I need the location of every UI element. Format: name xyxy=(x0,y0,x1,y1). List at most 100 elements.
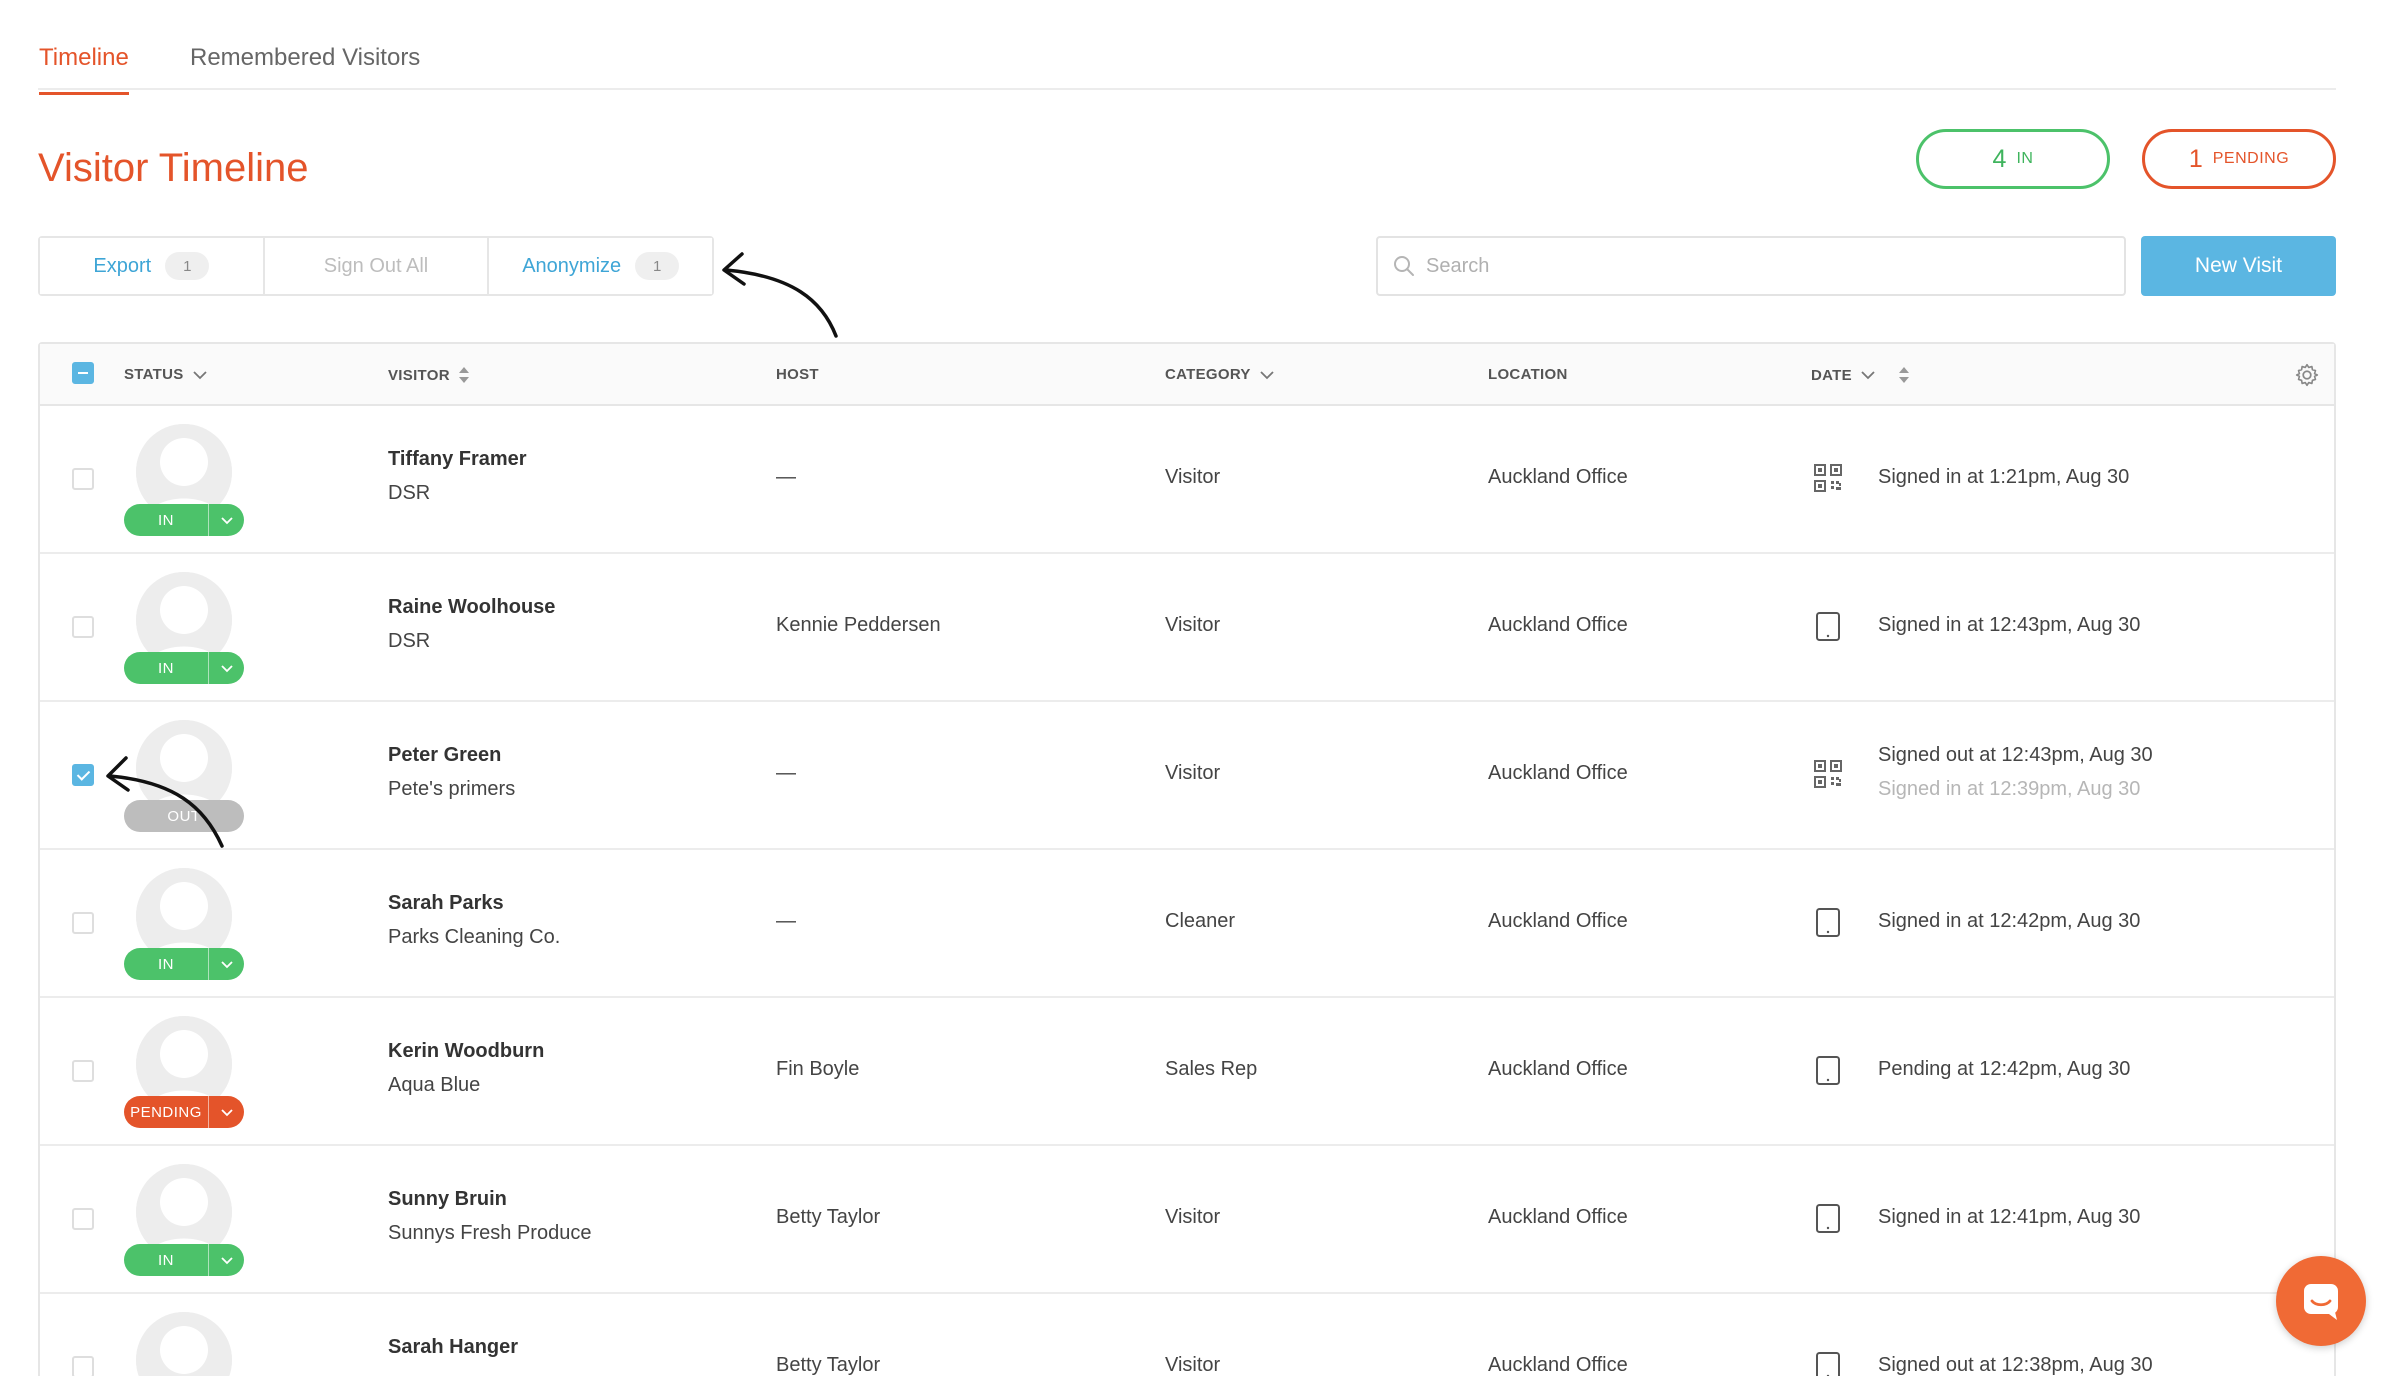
row-checkbox[interactable] xyxy=(72,764,94,786)
table-row[interactable]: IN Sarah Parks Parks Cleaning Co. — Cleaner A… xyxy=(40,850,2334,998)
table-row[interactable]: Sarah Hanger Betty Taylor Visitor Auckland … xyxy=(40,1294,2334,1376)
category: Visitor xyxy=(1165,1354,1221,1376)
category: Visitor xyxy=(1165,466,1221,488)
visitor-name[interactable]: Tiffany Framer xyxy=(388,448,527,471)
date-primary: Signed in at 12:43pm, Aug 30 xyxy=(1878,614,2141,636)
date-primary: Signed out at 12:43pm, Aug 30 xyxy=(1878,744,2153,766)
location: Auckland Office xyxy=(1488,1354,1628,1376)
column-visitor[interactable]: VISITOR xyxy=(388,366,470,384)
status-dropdown[interactable]: IN xyxy=(124,948,244,980)
in-count-label: IN xyxy=(2016,150,2034,167)
category: Visitor xyxy=(1165,614,1221,636)
search-icon xyxy=(1394,256,1414,276)
host-name: — xyxy=(776,910,796,932)
date-primary: Pending at 12:42pm, Aug 30 xyxy=(1878,1058,2131,1080)
location: Auckland Office xyxy=(1488,1058,1628,1080)
status-label: IN xyxy=(158,511,174,529)
host-name: Fin Boyle xyxy=(776,1058,860,1080)
table-body: IN Tiffany Framer DSR — Visitor Auckland Offi… xyxy=(40,406,2334,1376)
status-dropdown[interactable]: IN xyxy=(124,504,244,536)
tablet-icon xyxy=(1812,1202,1844,1234)
status-dropdown[interactable]: PENDING xyxy=(124,1096,244,1128)
table-row[interactable]: IN Raine Woolhouse DSR Kennie Peddersen Visi… xyxy=(40,554,2334,702)
new-visit-button[interactable]: New Visit xyxy=(2141,236,2336,296)
qr-code-icon xyxy=(1812,758,1844,790)
visitor-name[interactable]: Sarah Hanger xyxy=(388,1336,518,1359)
column-category-label: CATEGORY xyxy=(1165,366,1251,383)
row-checkbox[interactable] xyxy=(72,1208,94,1230)
visitor-company: Sunnys Fresh Produce xyxy=(388,1222,592,1244)
status-dropdown[interactable]: OUT xyxy=(124,800,244,832)
search-input[interactable] xyxy=(1426,254,2124,278)
column-date[interactable]: DATE xyxy=(1811,366,1910,384)
visitor-company: Aqua Blue xyxy=(388,1074,481,1096)
visitor-name[interactable]: Sarah Parks xyxy=(388,892,504,915)
sort-arrows-icon xyxy=(458,367,469,383)
visitor-name[interactable]: Kerin Woodburn xyxy=(388,1040,544,1063)
tab-timeline[interactable]: Timeline xyxy=(39,44,129,95)
tab-bar: Timeline Remembered Visitors xyxy=(38,0,2336,95)
column-visitor-label: VISITOR xyxy=(388,366,450,384)
export-label: Export xyxy=(93,254,152,277)
column-status-label: STATUS xyxy=(124,366,184,383)
host-name: Betty Taylor xyxy=(776,1354,881,1376)
annotation-arrow-icon xyxy=(722,252,838,338)
column-date-label: DATE xyxy=(1811,366,1852,384)
column-host: HOST xyxy=(776,366,819,383)
pending-count-filter[interactable]: 1 PENDING xyxy=(2142,129,2336,189)
anonymize-count-badge: 1 xyxy=(635,252,680,280)
table-row[interactable]: IN Sunny Bruin Sunnys Fresh Produce Betty T… xyxy=(40,1146,2334,1294)
category: Visitor xyxy=(1165,1206,1221,1228)
row-checkbox[interactable] xyxy=(72,1356,94,1376)
status-dropdown[interactable]: IN xyxy=(124,1244,244,1276)
visitor-table: STATUS VISITOR HOST CATEGORY LOCATION DA… xyxy=(38,342,2336,1376)
chevron-down-icon xyxy=(208,948,244,980)
column-host-label: HOST xyxy=(776,366,819,383)
sign-out-all-button[interactable]: Sign Out All xyxy=(264,238,490,294)
visitor-company: Parks Cleaning Co. xyxy=(388,926,561,948)
row-checkbox[interactable] xyxy=(72,912,94,934)
host-name: — xyxy=(776,466,796,488)
anonymize-label: Anonymize xyxy=(522,254,622,277)
visitor-name[interactable]: Peter Green xyxy=(388,744,501,767)
visitor-name[interactable]: Raine Woolhouse xyxy=(388,596,555,619)
status-label: IN xyxy=(158,955,174,973)
row-checkbox[interactable] xyxy=(72,616,94,638)
sort-arrows-icon[interactable] xyxy=(1898,366,1910,384)
chat-launcher-button[interactable] xyxy=(2276,1256,2366,1346)
table-row[interactable]: OUT Peter Green Pete's primers — Visitor Auck… xyxy=(40,702,2334,850)
column-status[interactable]: STATUS xyxy=(124,366,208,383)
export-button[interactable]: Export 1 xyxy=(40,238,265,294)
host-name: Kennie Peddersen xyxy=(776,614,941,636)
tablet-icon xyxy=(1812,906,1844,938)
chevron-down-icon xyxy=(208,1096,244,1128)
row-checkbox[interactable] xyxy=(72,468,94,490)
tablet-icon xyxy=(1812,610,1844,642)
date-primary: Signed out at 12:38pm, Aug 30 xyxy=(1878,1354,2153,1376)
chevron-down-icon xyxy=(208,652,244,684)
table-row[interactable]: IN Tiffany Framer DSR — Visitor Auckland Offi… xyxy=(40,406,2334,554)
column-location-label: LOCATION xyxy=(1488,366,1568,383)
visitor-name[interactable]: Sunny Bruin xyxy=(388,1188,507,1211)
visitor-company: Pete's primers xyxy=(388,778,516,800)
pending-count-label: PENDING xyxy=(2212,150,2290,167)
table-row[interactable]: PENDING Kerin Woodburn Aqua Blue Fin Boyle S… xyxy=(40,998,2334,1146)
gear-icon[interactable] xyxy=(2294,362,2320,388)
column-category[interactable]: CATEGORY xyxy=(1165,366,1275,383)
category: Sales Rep xyxy=(1165,1058,1258,1080)
in-count-filter[interactable]: 4 IN xyxy=(1916,129,2110,189)
host-name: Betty Taylor xyxy=(776,1206,881,1228)
anonymize-button[interactable]: Anonymize 1 xyxy=(489,238,713,294)
status-dropdown[interactable]: IN xyxy=(124,652,244,684)
location: Auckland Office xyxy=(1488,910,1628,932)
location: Auckland Office xyxy=(1488,614,1628,636)
pending-count: 1 xyxy=(2188,144,2203,173)
select-all-checkbox[interactable] xyxy=(72,362,94,384)
status-label: IN xyxy=(158,1251,174,1269)
export-count-badge: 1 xyxy=(165,252,210,280)
chevron-down-icon xyxy=(208,504,244,536)
date-primary: Signed in at 12:42pm, Aug 30 xyxy=(1878,910,2141,932)
location: Auckland Office xyxy=(1488,466,1628,488)
row-checkbox[interactable] xyxy=(72,1060,94,1082)
tab-remembered-visitors[interactable]: Remembered Visitors xyxy=(190,44,420,92)
